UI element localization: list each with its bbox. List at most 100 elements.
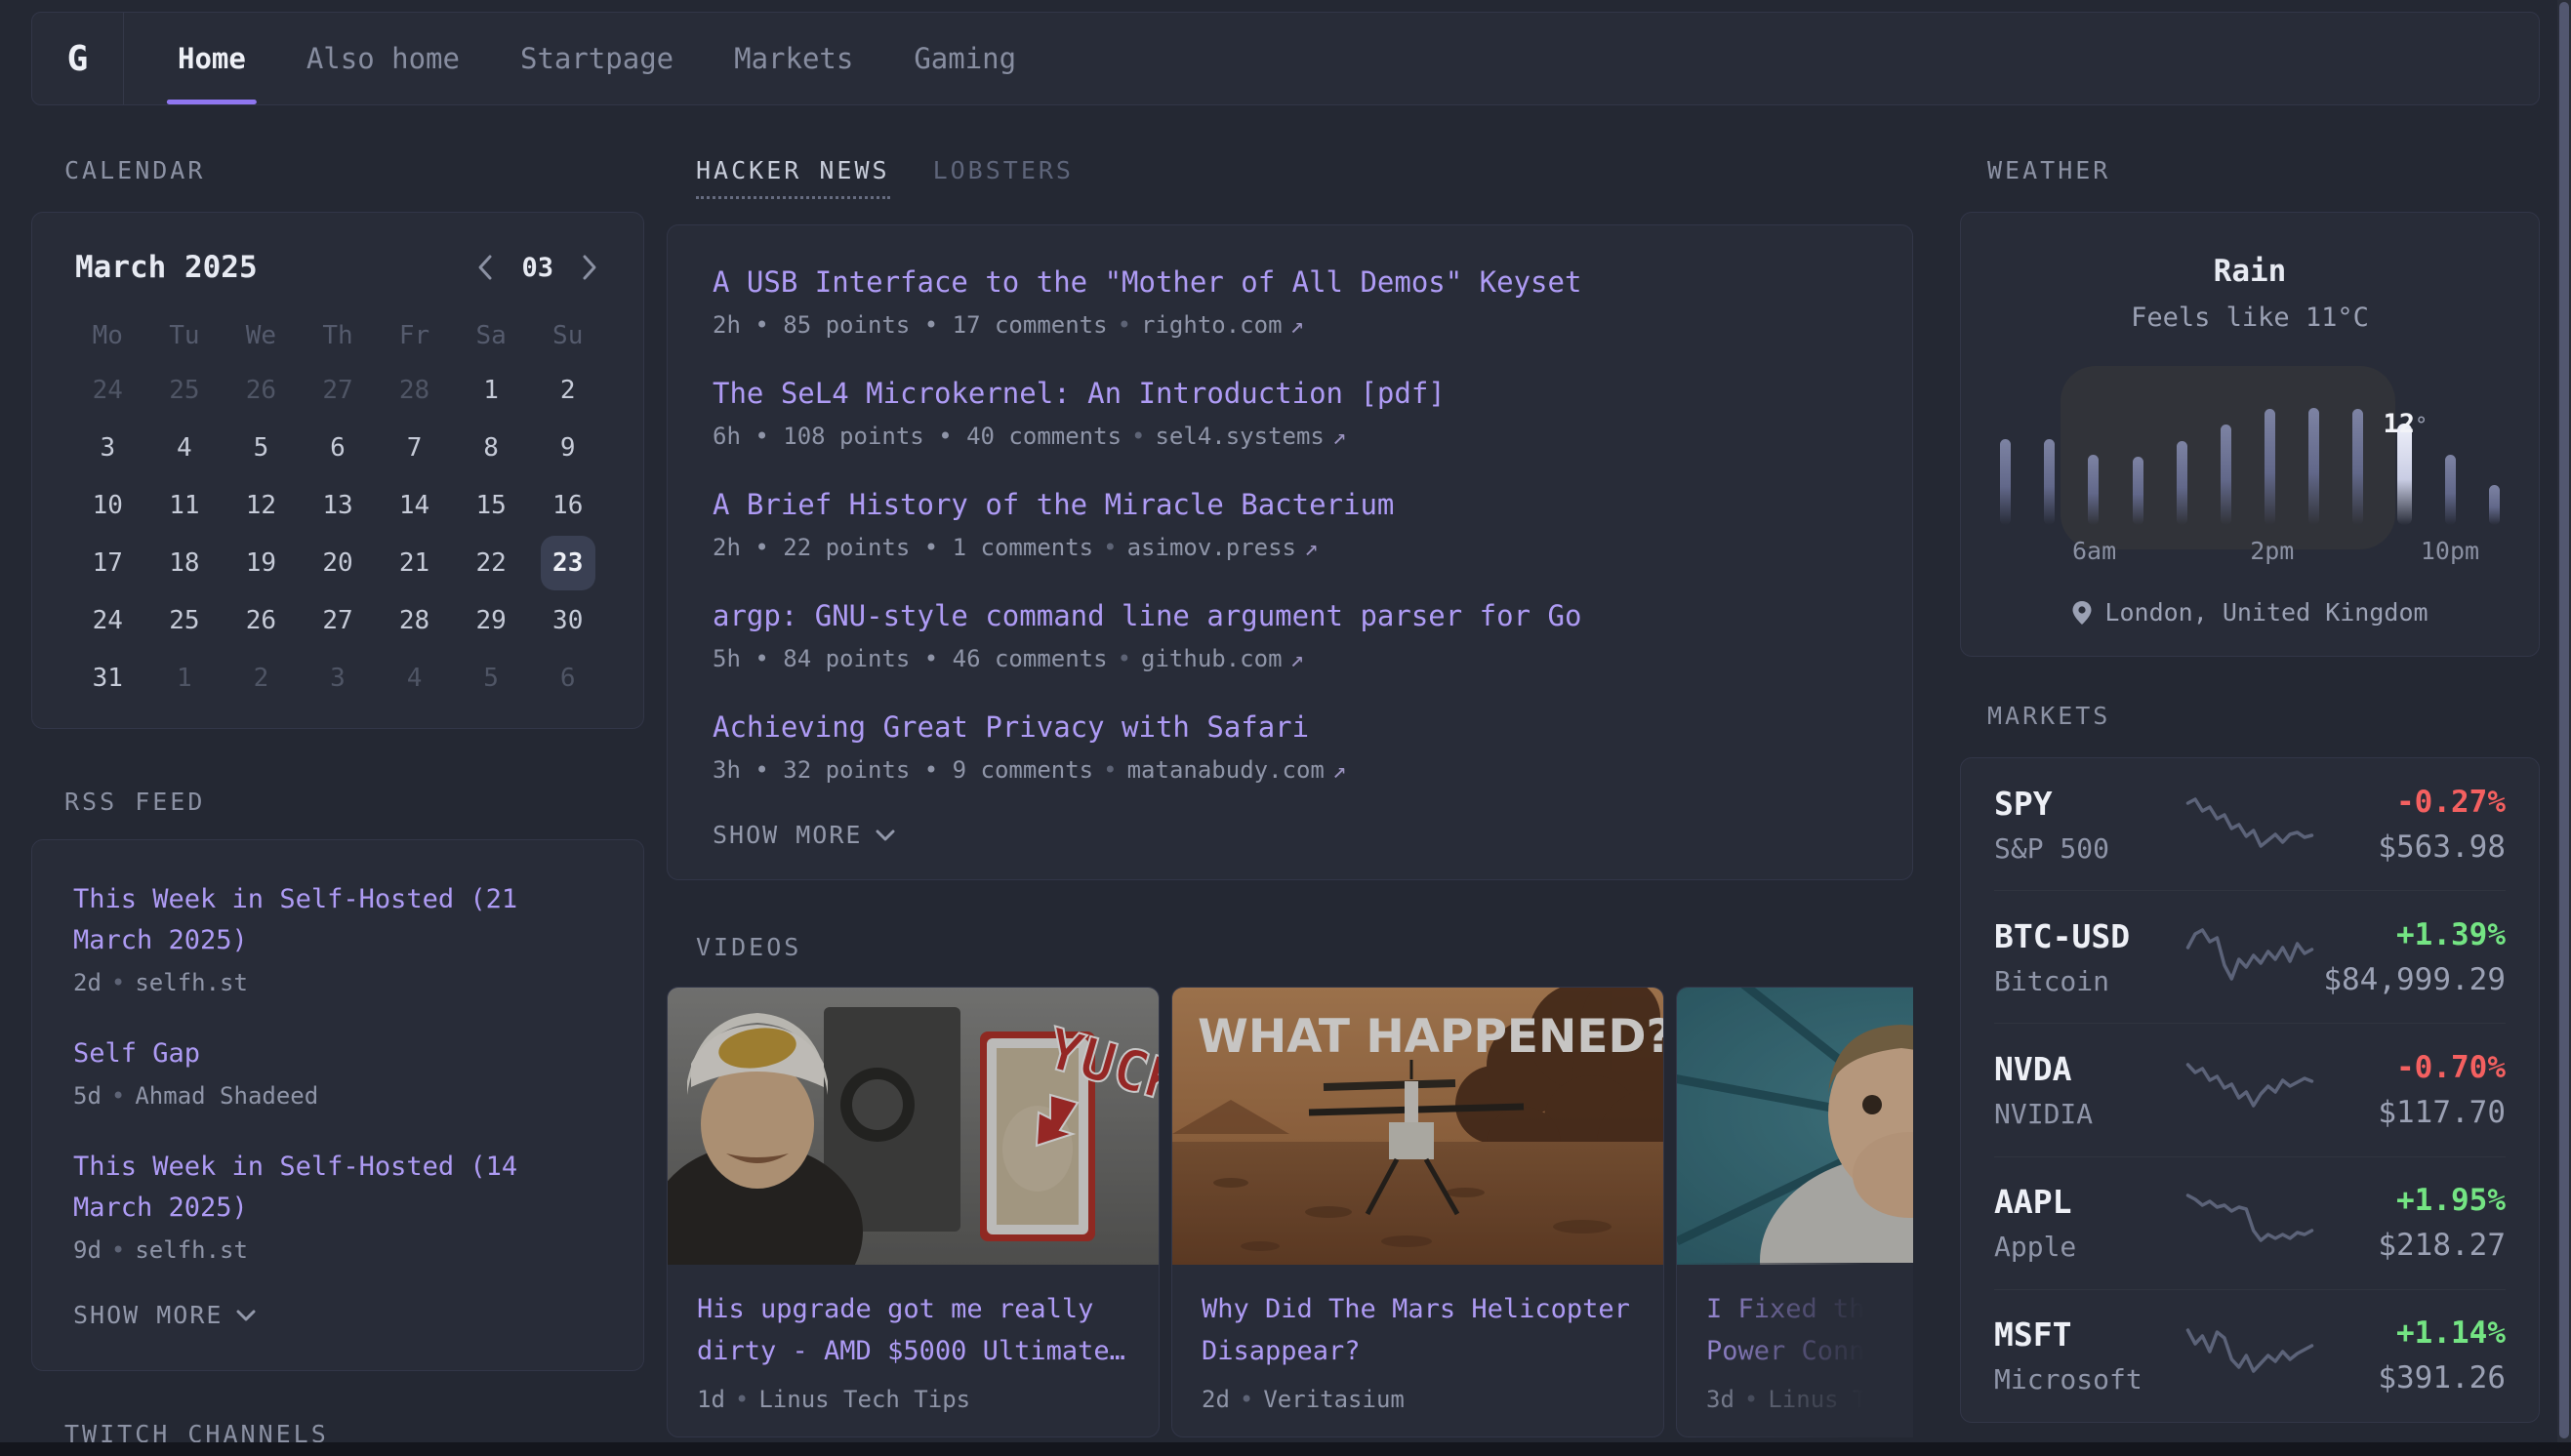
scrollbar-track[interactable] [2557, 0, 2571, 1442]
calendar-day[interactable]: 19 [223, 534, 300, 591]
calendar-day[interactable]: 2 [223, 649, 300, 707]
scrollbar-thumb[interactable] [2559, 2, 2569, 1438]
nav-item-also-home[interactable]: Also home [276, 13, 490, 104]
calendar-day[interactable]: 26 [223, 591, 300, 649]
tab-lobsters[interactable]: LOBSTERS [933, 156, 1074, 199]
calendar-day[interactable]: 4 [376, 649, 453, 707]
calendar-day[interactable]: 24 [69, 361, 146, 419]
video-title-line[interactable]: Power Connect [1706, 1330, 1913, 1372]
calendar-day[interactable]: 15 [453, 476, 530, 534]
calendar-day[interactable]: 24 [69, 591, 146, 649]
calendar-day-selected[interactable]: 23 [529, 534, 606, 591]
calendar-day[interactable]: 14 [376, 476, 453, 534]
calendar-day[interactable]: 29 [453, 591, 530, 649]
video-thumbnail-mars-helicopter[interactable]: WHAT HAPPENED? [1172, 988, 1664, 1265]
calendar-day[interactable]: 16 [529, 476, 606, 534]
rss-item-title[interactable]: This Week in Self-Hosted (21 March 2025) [73, 879, 602, 961]
market-ticker[interactable]: NVDA [1994, 1050, 2177, 1088]
news-item-title[interactable]: A Brief History of the Miracle Bacterium [713, 487, 1867, 522]
market-ticker[interactable]: BTC-USD [1994, 917, 2177, 955]
calendar-day[interactable]: 25 [146, 591, 224, 649]
market-price: $117.70 [2323, 1095, 2506, 1130]
rss-item: This Week in Self-Hosted (21 March 2025)… [73, 879, 602, 996]
calendar-day[interactable]: 18 [146, 534, 224, 591]
rss-show-more-button[interactable]: SHOW MORE [73, 1301, 602, 1329]
nav-item-gaming[interactable]: Gaming [883, 13, 1046, 104]
calendar-day[interactable]: 3 [300, 649, 377, 707]
calendar-day[interactable]: 12 [223, 476, 300, 534]
news-item-title[interactable]: argp: GNU-style command line argument pa… [713, 598, 1867, 633]
news-item-source[interactable]: righto.com [1141, 311, 1283, 339]
calendar-day[interactable]: 22 [453, 534, 530, 591]
nav-item-home[interactable]: Home [147, 13, 276, 104]
video-title-line[interactable]: Disappear? [1202, 1330, 1634, 1372]
calendar-day[interactable]: 20 [300, 534, 377, 591]
calendar-day[interactable]: 27 [300, 361, 377, 419]
news-item-source[interactable]: github.com [1141, 645, 1283, 672]
news-item-source[interactable]: matanabudy.com [1127, 756, 1325, 784]
market-row[interactable]: BTC-USD Bitcoin +1.39% $84,999.29 [1994, 890, 2506, 1023]
calendar-day[interactable]: 9 [529, 419, 606, 476]
market-ticker[interactable]: MSFT [1994, 1315, 2177, 1354]
calendar-day[interactable]: 5 [453, 649, 530, 707]
tab-hacker-news[interactable]: HACKER NEWS [696, 156, 890, 199]
chevron-right-icon[interactable] [579, 253, 600, 282]
market-price: $84,999.29 [2323, 962, 2506, 997]
calendar-day[interactable]: 31 [69, 649, 146, 707]
news-item-source[interactable]: sel4.systems [1155, 423, 1324, 450]
video-card[interactable]: DO TH T I Fixed the 5 Power Connect 3d•L… [1676, 987, 1913, 1437]
external-link-icon: ↗ [1304, 534, 1318, 561]
calendar-day[interactable]: 3 [69, 419, 146, 476]
news-item-title[interactable]: Achieving Great Privacy with Safari [713, 709, 1867, 745]
calendar-day[interactable]: 26 [223, 361, 300, 419]
calendar-day[interactable]: 28 [376, 361, 453, 419]
news-show-more-button[interactable]: SHOW MORE [713, 821, 1867, 849]
calendar-day[interactable]: 27 [300, 591, 377, 649]
market-ticker[interactable]: AAPL [1994, 1183, 2177, 1221]
video-thumbnail-ltt-yuck[interactable]: YUCK [668, 988, 1160, 1265]
calendar-day[interactable]: 8 [453, 419, 530, 476]
app-logo[interactable]: G [32, 13, 124, 104]
weather-bar [2000, 439, 2011, 525]
calendar-day[interactable]: 1 [453, 361, 530, 419]
markets-section-header: MARKETS [1987, 702, 2540, 730]
calendar-day[interactable]: 10 [69, 476, 146, 534]
weather-location-row[interactable]: London, United Kingdom [2071, 598, 2428, 627]
calendar-day[interactable]: 2 [529, 361, 606, 419]
calendar-day[interactable]: 5 [223, 419, 300, 476]
nav-item-startpage[interactable]: Startpage [490, 13, 704, 104]
weather-bar [2221, 425, 2231, 525]
news-item-title[interactable]: The SeL4 Microkernel: An Introduction [p… [713, 376, 1867, 411]
calendar-day[interactable]: 21 [376, 534, 453, 591]
calendar-day[interactable]: 4 [146, 419, 224, 476]
calendar-day[interactable]: 11 [146, 476, 224, 534]
calendar-day[interactable]: 6 [300, 419, 377, 476]
market-row[interactable]: SPY S&P 500 -0.27% $563.98 [1994, 758, 2506, 890]
market-ticker[interactable]: SPY [1994, 785, 2177, 823]
video-title-line[interactable]: I Fixed the 5 [1706, 1288, 1913, 1330]
market-row[interactable]: MSFT Microsoft +1.14% $391.26 [1994, 1289, 2506, 1422]
rss-item-title[interactable]: This Week in Self-Hosted (14 March 2025) [73, 1147, 602, 1229]
nav-item-markets[interactable]: Markets [704, 13, 883, 104]
calendar-day[interactable]: 25 [146, 361, 224, 419]
calendar-day[interactable]: 30 [529, 591, 606, 649]
calendar-day[interactable]: 7 [376, 419, 453, 476]
chevron-left-icon[interactable] [474, 253, 496, 282]
news-item-source[interactable]: asimov.press [1127, 534, 1296, 561]
calendar-day[interactable]: 17 [69, 534, 146, 591]
market-row[interactable]: AAPL Apple +1.95% $218.27 [1994, 1156, 2506, 1289]
market-row[interactable]: NVDA NVIDIA -0.70% $117.70 [1994, 1023, 2506, 1155]
calendar-day[interactable]: 28 [376, 591, 453, 649]
video-card[interactable]: WHAT HAPPENED? Why Did The Mars Helicopt… [1171, 987, 1664, 1437]
video-card[interactable]: YUCK His upgrade got me really dirty - A… [667, 987, 1160, 1437]
video-title-line[interactable]: His upgrade got me really [697, 1288, 1129, 1330]
video-thumbnail-ltt-connector[interactable]: DO TH T [1677, 988, 1913, 1265]
calendar-day[interactable]: 6 [529, 649, 606, 707]
calendar-day[interactable]: 13 [300, 476, 377, 534]
rss-item-title[interactable]: Self Gap [73, 1033, 602, 1074]
news-item-title[interactable]: A USB Interface to the "Mother of All De… [713, 264, 1867, 300]
video-title-line[interactable]: Why Did The Mars Helicopter [1202, 1288, 1634, 1330]
market-name: Microsoft [1994, 1363, 2177, 1395]
calendar-day[interactable]: 1 [146, 649, 224, 707]
video-title-line[interactable]: dirty - AMD $5000 Ultimate… [697, 1330, 1129, 1372]
